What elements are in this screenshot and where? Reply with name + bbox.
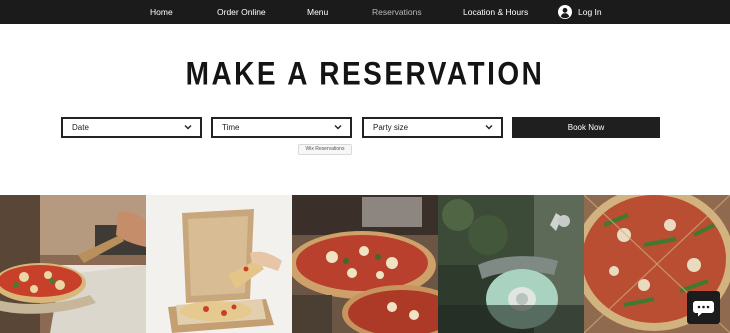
user-avatar-icon [558, 5, 572, 19]
chat-button[interactable] [687, 291, 720, 324]
wix-reservations-tooltip: Wix Reservations [298, 144, 352, 155]
login-button[interactable]: Log In [558, 4, 602, 20]
date-select[interactable]: Date [61, 117, 202, 138]
time-select[interactable]: Time [211, 117, 352, 138]
nav-menu[interactable]: Menu [307, 0, 328, 24]
party-size-select-label: Party size [373, 123, 409, 132]
chevron-down-icon [485, 125, 493, 130]
party-size-select[interactable]: Party size [362, 117, 503, 138]
chevron-down-icon [184, 125, 192, 130]
chevron-down-icon [334, 125, 342, 130]
gallery-image-pizza-box[interactable] [146, 195, 292, 333]
login-label: Log In [578, 7, 602, 17]
book-now-button[interactable]: Book Now [512, 117, 660, 138]
chat-bubble-icon [693, 301, 714, 317]
photo-gallery [0, 195, 730, 333]
date-select-label: Date [72, 123, 89, 132]
nav-location-hours[interactable]: Location & Hours [463, 0, 528, 24]
nav-home[interactable]: Home [150, 0, 173, 24]
time-select-label: Time [222, 123, 240, 132]
top-navigation-bar: Home Order Online Menu Reservations Loca… [0, 0, 730, 24]
page-title: MAKE A RESERVATION [185, 55, 545, 92]
nav-reservations[interactable]: Reservations [372, 0, 422, 24]
nav-order-online[interactable]: Order Online [217, 0, 266, 24]
gallery-image-pizza-peel[interactable] [0, 195, 146, 333]
gallery-image-pizza-table[interactable] [292, 195, 438, 333]
gallery-image-scooter[interactable] [438, 195, 584, 333]
